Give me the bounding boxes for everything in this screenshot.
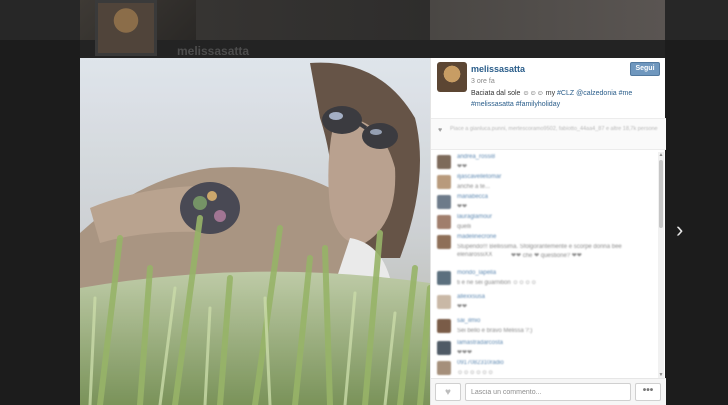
commenter-username[interactable]: mariabecca (457, 194, 488, 200)
caption-text: Baciata dal sole ☺☺☺ my (471, 90, 558, 97)
heart-icon: ♥ (438, 127, 443, 134)
commenter-avatar[interactable] (437, 271, 451, 285)
follow-button[interactable]: Segui (630, 62, 660, 76)
comment-bar: ♥ ••• (431, 378, 666, 405)
heart-icon: ♥ (445, 387, 451, 398)
comment-text: ☺☺☺☺☺☺ (457, 370, 494, 376)
scrollbar-thumb[interactable] (659, 160, 663, 228)
commenter-username[interactable]: iljascavelletomar (457, 174, 501, 180)
commenter-username[interactable]: 0917082310radio (457, 360, 504, 366)
background-profile-avatar (95, 0, 157, 56)
comment-input[interactable] (465, 383, 631, 401)
commenter-username[interactable]: madelinecrone (457, 234, 496, 240)
commenter-username[interactable]: andrea_rossi8 (457, 154, 495, 160)
likes-section: ♥ Piace a gianluca.punni, mertescoramo95… (431, 118, 666, 150)
commenter-avatar[interactable] (437, 195, 451, 209)
author-username[interactable]: melissasatta (471, 64, 525, 74)
commenter-username[interactable]: elenarossiXX (457, 252, 492, 258)
more-options-button[interactable]: ••• (635, 383, 661, 401)
comment-text: ti e ne sei guarnition ☺☺☺☺ (457, 280, 537, 286)
commenter-username[interactable]: mondo_lapella (457, 270, 496, 276)
commenter-avatar[interactable] (437, 295, 451, 309)
commenter-avatar[interactable] (437, 155, 451, 169)
list-item: mondo_lapella ti e ne sei guarnition ☺☺☺… (431, 268, 657, 294)
post-photo (80, 58, 430, 405)
comment-text: anche a te... (457, 184, 491, 190)
background-photo-tile (430, 0, 665, 40)
list-item: 0917082310radio ☺☺☺☺☺☺ (431, 358, 657, 378)
commenter-avatar[interactable] (437, 361, 451, 375)
commenter-username[interactable]: sai_ilmio (457, 318, 480, 324)
list-item: allexxsusa ❤❤ (431, 292, 657, 318)
like-button[interactable]: ♥ (435, 383, 461, 401)
comments-list[interactable]: andrea_rossi8 ❤❤ iljascavelletomar anche… (431, 150, 657, 378)
comment-text: quelli (457, 224, 472, 230)
comment-text: ❤❤ (457, 204, 468, 210)
background-username: melissasatta (177, 44, 250, 58)
commenter-avatar[interactable] (437, 319, 451, 333)
commenter-avatar[interactable] (437, 341, 451, 355)
comment-text: ❤❤❤ (457, 350, 473, 356)
comment-text: ❤❤ (457, 304, 468, 310)
photo-modal: melissasatta Segui 3 ore fa Baciata dal … (80, 58, 666, 405)
comment-text: ❤❤ (457, 164, 468, 170)
background-photo-tile (196, 0, 430, 40)
post-sidebar: melissasatta Segui 3 ore fa Baciata dal … (430, 58, 666, 405)
comment-text: ❤❤ che ❤ questione? ❤❤ (511, 253, 582, 259)
post-timestamp: 3 ore fa (471, 78, 495, 85)
comment-text: Sei bello e bravo Melissa ?:) (457, 328, 533, 334)
chevron-right-icon[interactable]: › (676, 218, 692, 242)
likes-summary[interactable]: Piace a gianluca.punni, mertescoramo9502… (450, 125, 660, 133)
comments-scrollbar[interactable]: ▲ ▼ (658, 152, 664, 378)
scroll-up-arrow-icon[interactable]: ▲ (658, 152, 664, 158)
commenter-username[interactable]: allexxsusa (457, 294, 485, 300)
commenter-username[interactable]: lamastradarcosta (457, 340, 503, 346)
author-avatar[interactable] (437, 62, 467, 92)
commenter-avatar[interactable] (437, 235, 451, 249)
post-photo-illustration (80, 58, 430, 405)
background-profile-bar (80, 40, 665, 58)
commenter-avatar[interactable] (437, 215, 451, 229)
post-header: melissasatta Segui 3 ore fa Baciata dal … (431, 58, 666, 118)
post-caption: Baciata dal sole ☺☺☺ my #CLZ @calzedonia… (471, 88, 661, 110)
commenter-username[interactable]: lauraglamour (457, 214, 492, 220)
commenter-avatar[interactable] (437, 175, 451, 189)
